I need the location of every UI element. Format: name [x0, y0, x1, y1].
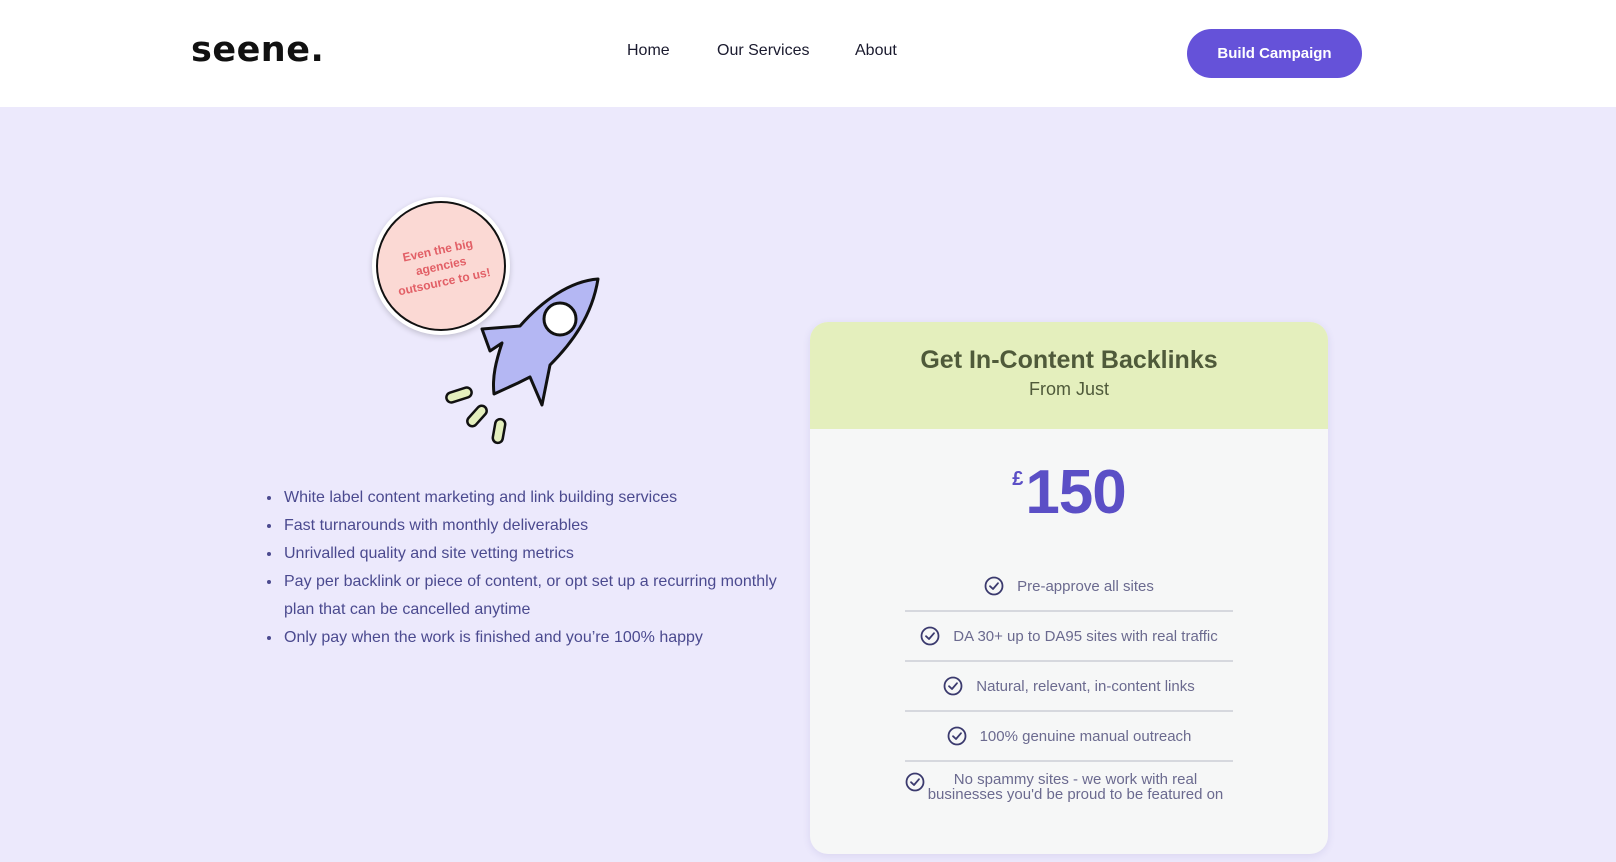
price-amount: 150 [1025, 458, 1126, 527]
feature-item: Fast turnarounds with monthly deliverabl… [282, 512, 782, 540]
check-circle-icon [984, 576, 1004, 596]
checklist-item: DA 30+ up to DA95 sites with real traffi… [905, 612, 1233, 662]
feature-item: Unrivalled quality and site vetting metr… [282, 540, 782, 568]
checklist-item: Pre-approve all sites [905, 562, 1233, 612]
site-header: seene. Home Our Services About Build Cam… [0, 0, 1616, 107]
nav-home[interactable]: Home [627, 42, 670, 60]
pricing-card: Get In-Content Backlinks From Just £ 150… [810, 322, 1328, 854]
pricing-card-header: Get In-Content Backlinks From Just [810, 322, 1328, 429]
checklist-item: No spammy sites - we work with real busi… [905, 772, 1233, 802]
pricing-title: Get In-Content Backlinks [920, 346, 1218, 374]
pricing-checklist: Pre-approve all sites DA 30+ up to DA95 … [905, 562, 1233, 802]
check-circle-icon [943, 676, 963, 696]
logo[interactable]: seene. [191, 30, 324, 70]
checklist-text: No spammy sites - we work with real busi… [927, 771, 1224, 803]
hero-section [0, 107, 1616, 862]
build-campaign-button[interactable]: Build Campaign [1187, 29, 1362, 78]
price: £ 150 [810, 460, 1328, 530]
checklist-text: DA 30+ up to DA95 sites with real traffi… [953, 627, 1218, 645]
checklist-text: Pre-approve all sites [1017, 577, 1154, 595]
checklist-text: Natural, relevant, in-content links [976, 677, 1195, 695]
nav-about[interactable]: About [855, 42, 897, 60]
price-currency: £ [1012, 468, 1024, 490]
check-circle-icon [920, 626, 940, 646]
pricing-subtitle: From Just [1028, 379, 1109, 399]
checklist-item: 100% genuine manual outreach [905, 712, 1233, 762]
feature-item: Only pay when the work is finished and y… [282, 624, 782, 652]
checklist-text: 100% genuine manual outreach [979, 727, 1192, 745]
feature-item: White label content marketing and link b… [282, 484, 782, 512]
feature-item: Pay per backlink or piece of content, or… [282, 568, 782, 624]
check-circle-icon [947, 726, 966, 746]
rocket-icon [445, 277, 600, 445]
checklist-item: Natural, relevant, in-content links [905, 662, 1233, 712]
features-list: White label content marketing and link b… [262, 484, 782, 652]
nav-our-services[interactable]: Our Services [717, 42, 809, 60]
